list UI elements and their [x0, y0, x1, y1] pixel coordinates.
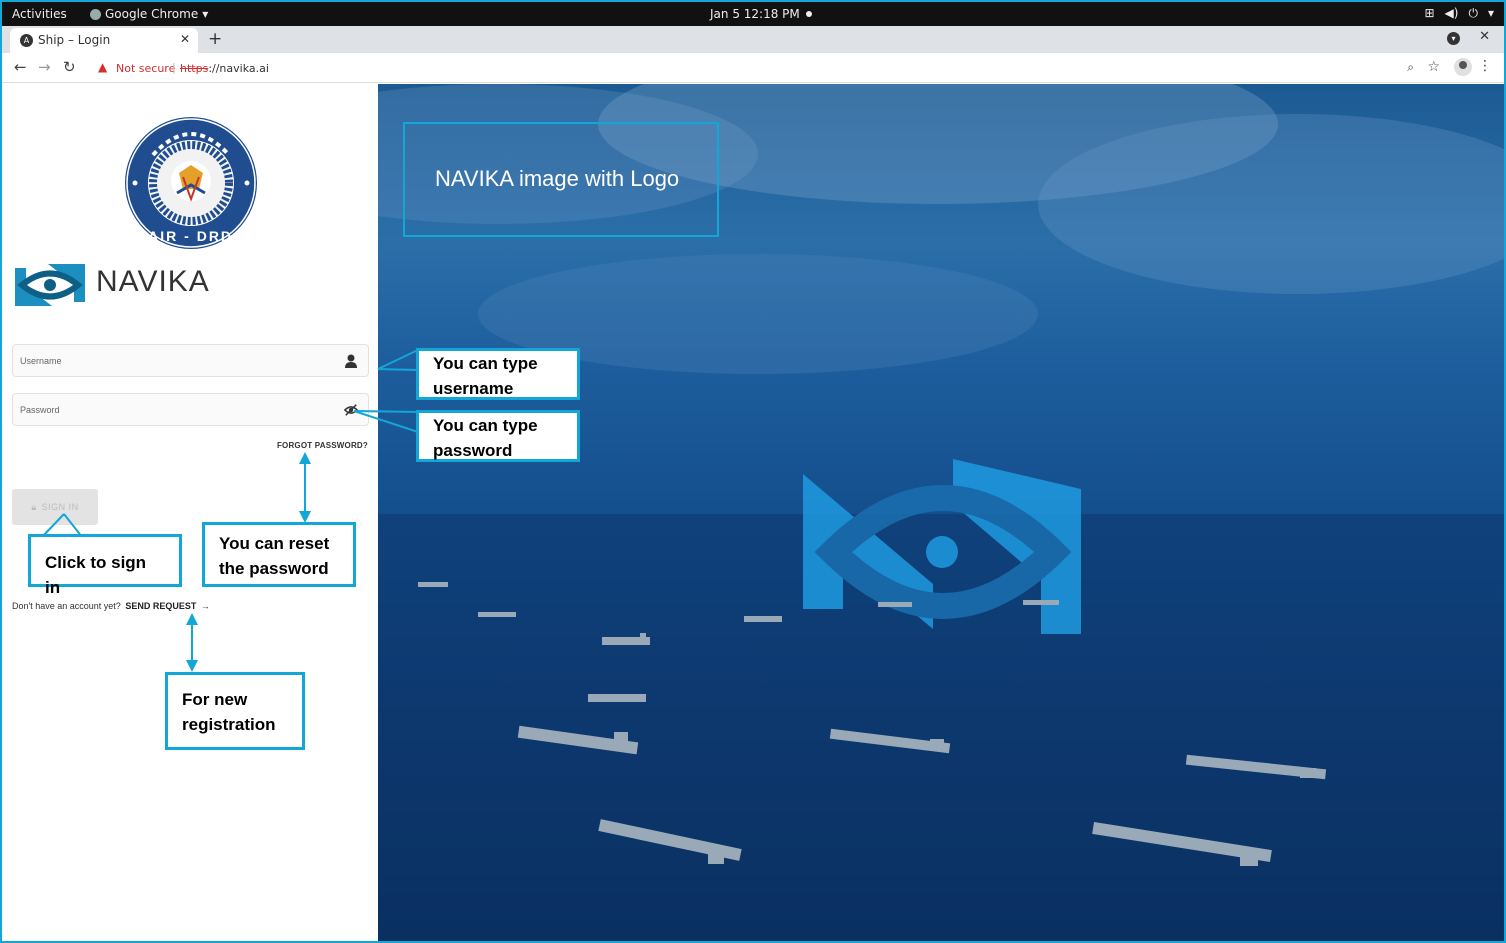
- zoom-icon[interactable]: ⌕: [1407, 60, 1414, 75]
- system-tray[interactable]: ⊞ ◀) ⏻ ▾: [1424, 6, 1494, 21]
- hero-caption-annotation: NAVIKA image with Logo: [403, 122, 719, 237]
- sign-in-annotation: Click to sign in: [28, 534, 182, 597]
- drdo-emblem-logo: CAIR - DRDO: [125, 117, 257, 249]
- close-tab-icon[interactable]: ✕: [180, 32, 190, 46]
- tab-title: Ship – Login: [38, 33, 111, 47]
- username-input[interactable]: [13, 345, 333, 376]
- clock[interactable]: Jan 5 12:18 PM: [710, 7, 800, 21]
- browser-tab[interactable]: A Ship – Login ✕: [10, 28, 198, 53]
- url-host: ://navika.ai: [208, 62, 269, 75]
- chrome-icon: [90, 8, 101, 20]
- profile-icon[interactable]: [1454, 58, 1472, 76]
- emblem-label: CAIR - DRDO: [136, 228, 246, 244]
- volume-icon: ◀): [1444, 6, 1459, 20]
- navika-logo-icon: [15, 264, 85, 306]
- arrow-right-icon: →: [200, 601, 210, 611]
- no-account-text: Don't have an account yet?: [12, 601, 121, 611]
- login-panel: CAIR - DRDO NAVIKA FORGOT PASSWORD?: [2, 84, 378, 941]
- screenshot-frame: Activities Google Chrome ▾ Jan 5 12:18 P…: [0, 0, 1506, 943]
- sign-in-label: SIGN IN: [41, 501, 79, 512]
- address-bar[interactable]: ▲ Not secure | https://navika.ai ⌕ ☆: [88, 56, 1448, 80]
- power-icon: ⏻: [1468, 6, 1478, 20]
- warning-icon: ▲: [98, 60, 108, 74]
- lock-icon: 🔒︎: [31, 501, 37, 512]
- close-window-icon[interactable]: ✕: [1479, 29, 1490, 44]
- forgot-password-link[interactable]: FORGOT PASSWORD?: [277, 441, 368, 450]
- chevron-down-icon: ▾: [202, 7, 209, 21]
- url-text[interactable]: https://navika.ai: [180, 62, 269, 75]
- url-scheme: https: [180, 62, 209, 75]
- eye-slash-icon[interactable]: [344, 402, 358, 418]
- user-icon: [345, 354, 357, 368]
- password-field[interactable]: [12, 393, 369, 426]
- network-icon: ⊞: [1424, 6, 1435, 20]
- security-status[interactable]: Not secure: [116, 62, 175, 75]
- recording-indicator-icon: [806, 11, 812, 17]
- chevron-down-icon: ▾: [1487, 6, 1494, 20]
- system-top-bar: Activities Google Chrome ▾ Jan 5 12:18 P…: [2, 2, 1504, 26]
- back-icon[interactable]: ←: [14, 58, 27, 76]
- app-name: Google Chrome: [105, 7, 199, 21]
- brand-name: NAVIKA: [96, 265, 210, 298]
- send-request-link[interactable]: SEND REQUEST: [125, 601, 196, 611]
- password-input[interactable]: [13, 394, 333, 425]
- tab-search-icon[interactable]: ▾: [1447, 32, 1460, 45]
- register-prompt: Don't have an account yet? SEND REQUEST …: [12, 601, 210, 611]
- star-icon[interactable]: ☆: [1427, 59, 1440, 75]
- angular-favicon-icon: A: [20, 34, 33, 47]
- tab-strip: A Ship – Login ✕ + ▾ ✕: [2, 26, 1504, 53]
- reload-icon[interactable]: ↻: [63, 58, 76, 76]
- password-annotation: You can type password: [416, 410, 580, 462]
- new-tab-button[interactable]: +: [208, 29, 222, 49]
- username-field[interactable]: [12, 344, 369, 377]
- registration-annotation: For new registration: [165, 672, 305, 750]
- divider: |: [172, 61, 176, 74]
- forward-icon[interactable]: →: [38, 58, 51, 76]
- app-menu[interactable]: Google Chrome ▾: [90, 7, 208, 21]
- sign-in-button[interactable]: 🔒︎ SIGN IN: [12, 489, 98, 525]
- reset-password-annotation: You can reset the password: [202, 522, 356, 587]
- activities-button[interactable]: Activities: [12, 7, 67, 21]
- username-annotation: You can type username: [416, 348, 580, 400]
- kebab-menu-icon[interactable]: ⋮: [1478, 58, 1492, 74]
- browser-toolbar: ← → ↻ ▲ Not secure | https://navika.ai ⌕…: [2, 53, 1504, 83]
